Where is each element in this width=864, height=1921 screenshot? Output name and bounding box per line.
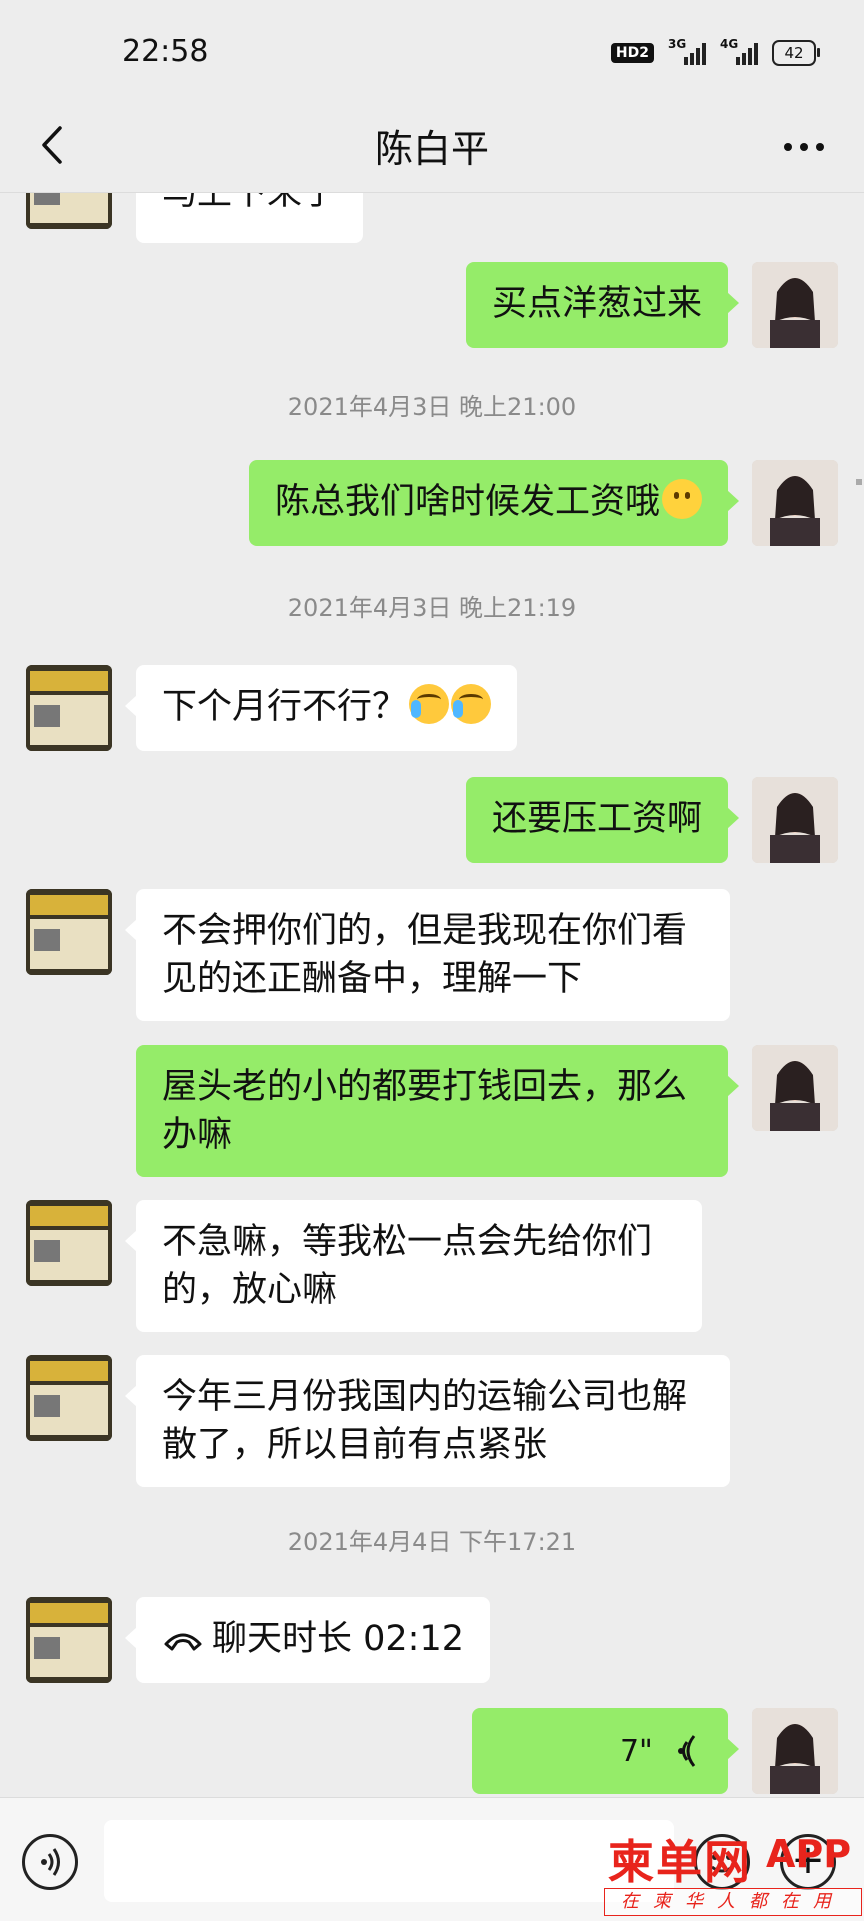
message-input[interactable] — [104, 1820, 674, 1902]
battery-icon: 42 — [772, 40, 820, 66]
contact-avatar[interactable] — [26, 1355, 112, 1441]
smile-emoji-icon — [662, 479, 702, 519]
watermark-logo: 柬单网 APP 在柬华人都在用 — [604, 1826, 864, 1918]
timestamp: 2021年4月3日 晚上21:00 — [287, 393, 577, 421]
watermark-brand: 柬单网 — [608, 1835, 752, 1889]
message-bubble[interactable]: 陈总我们啥时候发工资哦 — [248, 460, 740, 546]
scroll-indicator[interactable] — [856, 479, 862, 485]
my-avatar[interactable] — [752, 1045, 838, 1131]
timestamp: 2021年4月4日 下午17:21 — [287, 1528, 577, 1556]
voice-message-bubble[interactable]: 7" — [472, 1708, 739, 1794]
call-record-bubble[interactable]: 聊天时长 02:12 — [125, 1597, 490, 1683]
my-avatar[interactable] — [752, 777, 838, 863]
message-bubble[interactable]: 买点洋葱过来 — [465, 262, 740, 348]
message-bubble[interactable]: 还要压工资啊 — [465, 777, 740, 863]
my-avatar[interactable] — [752, 1708, 838, 1794]
watermark-slogan: 在柬华人都在用 — [604, 1888, 862, 1916]
watermark-app: APP — [766, 1832, 852, 1876]
message-bubble[interactable]: 今年三月份我国内的运输公司也解 散了，所以目前有点紧张 — [125, 1355, 730, 1487]
contact-avatar[interactable] — [26, 1597, 112, 1683]
contact-avatar[interactable] — [26, 665, 112, 751]
voice-input-button[interactable] — [22, 1834, 78, 1890]
hd-badge: HD2 — [610, 43, 654, 63]
more-options-icon[interactable] — [774, 122, 834, 172]
message-bubble[interactable]: 马上下来了 — [136, 193, 364, 243]
message-bubble[interactable]: 下个月行不行？ — [124, 665, 518, 751]
contact-avatar[interactable] — [26, 889, 112, 975]
contact-avatar[interactable] — [26, 193, 112, 229]
signal-4g-icon: 4G — [720, 37, 758, 65]
contact-avatar[interactable] — [26, 1200, 112, 1286]
my-avatar[interactable] — [752, 262, 838, 348]
message-bubble[interactable]: 屋头老的小的都要打钱回去，那么 办嘛 — [136, 1045, 739, 1177]
message-bubble[interactable]: 不急嘛，等我松一点会先给你们 的，放心嘛 — [125, 1200, 702, 1332]
status-time: 22:58 — [122, 34, 209, 69]
contact-name: 陈白平 — [374, 127, 489, 171]
chat-messages[interactable]: 马上下来了 买点洋葱过来 2021年4月3日 晚上21:00 陈总我们啥时候发工… — [0, 193, 864, 1797]
chat-header: 陈白平 — [0, 100, 864, 193]
crying-emoji-icon — [409, 684, 450, 724]
voice-icon — [41, 1848, 60, 1876]
my-avatar[interactable] — [752, 460, 838, 546]
crying-emoji-icon — [451, 684, 492, 724]
timestamp: 2021年4月3日 晚上21:19 — [287, 594, 577, 622]
status-bar: 22:58 HD2 3G 4G 42 — [0, 0, 864, 110]
phone-hangup-icon — [164, 1633, 202, 1651]
status-icons: HD2 3G 4G 42 — [610, 37, 820, 66]
signal-3g-icon: 3G — [668, 37, 706, 65]
voice-wave-icon — [678, 1735, 696, 1767]
message-bubble[interactable]: 不会押你们的，但是我现在你们看 见的还正酬备中，理解一下 — [125, 889, 730, 1021]
